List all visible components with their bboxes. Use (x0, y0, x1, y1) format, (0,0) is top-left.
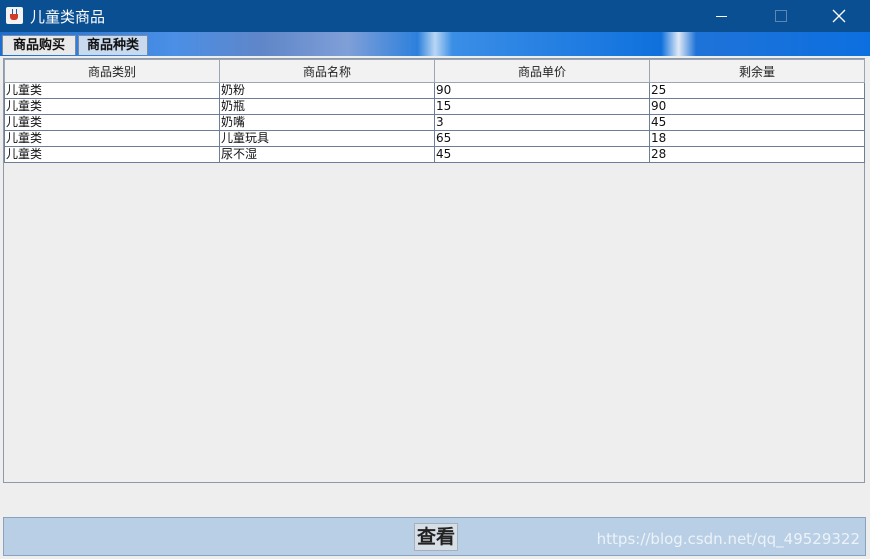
java-cup-icon (6, 7, 23, 24)
cell-name[interactable]: 儿童玩具 (219, 130, 435, 147)
cell-name[interactable]: 奶粉 (219, 82, 435, 99)
cell-category[interactable]: 儿童类 (4, 82, 220, 99)
table-row[interactable]: 儿童类 奶粉 90 25 (4, 82, 865, 99)
column-header-stock[interactable]: 剩余量 (649, 59, 865, 83)
cell-name[interactable]: 尿不湿 (219, 146, 435, 163)
window-titlebar: 儿童类商品 (0, 0, 870, 32)
cell-category[interactable]: 儿童类 (4, 146, 220, 163)
column-header-category[interactable]: 商品类别 (4, 59, 220, 83)
cell-price[interactable]: 3 (434, 114, 650, 131)
tab-purchase[interactable]: 商品购买 (2, 35, 76, 55)
cell-name[interactable]: 奶嘴 (219, 114, 435, 131)
cell-category[interactable]: 儿童类 (4, 98, 220, 115)
table-header-row: 商品类别 商品名称 商品单价 剩余量 (4, 59, 865, 83)
tab-strip: 商品购买 商品种类 (0, 32, 870, 56)
cell-category[interactable]: 儿童类 (4, 114, 220, 131)
maximize-icon[interactable] (757, 0, 803, 32)
view-button[interactable]: 查看 (414, 523, 458, 551)
cell-stock[interactable]: 45 (649, 114, 865, 131)
close-icon[interactable] (816, 0, 862, 32)
table-row[interactable]: 儿童类 儿童玩具 65 18 (4, 130, 865, 147)
cell-price[interactable]: 65 (434, 130, 650, 147)
cell-stock[interactable]: 18 (649, 130, 865, 147)
table-row[interactable]: 儿童类 奶嘴 3 45 (4, 114, 865, 131)
table-row[interactable]: 儿童类 奶瓶 15 90 (4, 98, 865, 115)
cell-price[interactable]: 90 (434, 82, 650, 99)
cell-stock[interactable]: 90 (649, 98, 865, 115)
cell-stock[interactable]: 25 (649, 82, 865, 99)
cell-name[interactable]: 奶瓶 (219, 98, 435, 115)
cell-price[interactable]: 45 (434, 146, 650, 163)
product-table: 商品类别 商品名称 商品单价 剩余量 儿童类 奶粉 90 25 儿童类 奶瓶 1… (4, 59, 865, 163)
table-row[interactable]: 儿童类 尿不湿 45 28 (4, 146, 865, 163)
cell-price[interactable]: 15 (434, 98, 650, 115)
tab-category[interactable]: 商品种类 (78, 35, 148, 55)
window-title: 儿童类商品 (30, 8, 106, 26)
watermark-text: https://blog.csdn.net/qq_49529322 (596, 530, 860, 548)
cell-category[interactable]: 儿童类 (4, 130, 220, 147)
column-header-name[interactable]: 商品名称 (219, 59, 435, 83)
column-header-price[interactable]: 商品单价 (434, 59, 650, 83)
cell-stock[interactable]: 28 (649, 146, 865, 163)
product-table-panel: 商品类别 商品名称 商品单价 剩余量 儿童类 奶粉 90 25 儿童类 奶瓶 1… (3, 58, 865, 483)
minimize-icon[interactable] (698, 0, 744, 32)
